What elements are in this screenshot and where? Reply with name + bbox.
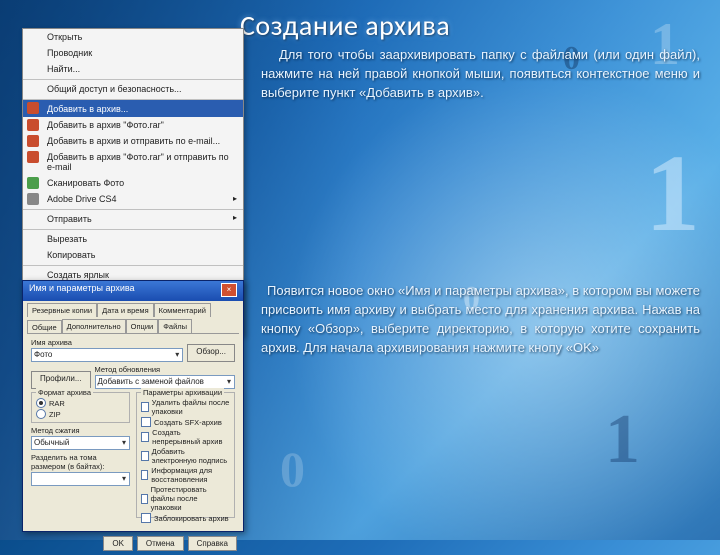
archive-name-input[interactable]: Фото — [31, 348, 183, 362]
checkbox-icon — [141, 432, 149, 442]
page-title: Создание архива — [240, 8, 450, 43]
checkbox-icon — [141, 402, 149, 412]
archive-icon — [27, 102, 39, 114]
tab-backup[interactable]: Резервные копии — [27, 303, 97, 317]
paragraph-1: Для того чтобы заархивировать папку с фа… — [261, 46, 700, 103]
adobe-icon — [27, 193, 39, 205]
split-size-select[interactable] — [31, 472, 130, 486]
param-auth[interactable]: Добавить электронную подпись — [141, 447, 230, 465]
bg-digit: 0 — [280, 440, 305, 498]
format-rar-radio[interactable]: RAR — [36, 398, 125, 408]
checkbox-icon — [141, 470, 148, 480]
ctx-open[interactable]: Открыть — [23, 29, 243, 45]
ctx-copy[interactable]: Копировать — [23, 247, 243, 263]
tab-datetime[interactable]: Дата и время — [97, 303, 154, 317]
compression-method-select[interactable]: Обычный — [31, 436, 130, 450]
ok-button[interactable]: OK — [103, 536, 133, 551]
tab-general[interactable]: Общие — [27, 320, 62, 334]
ctx-cut[interactable]: Вырезать — [23, 229, 243, 247]
param-solid[interactable]: Создать непрерывный архив — [141, 428, 230, 446]
archive-icon — [27, 135, 39, 147]
archive-icon — [27, 119, 39, 131]
scan-icon — [27, 177, 39, 189]
param-lock[interactable]: Заблокировать архив — [141, 513, 230, 523]
ctx-explorer[interactable]: Проводник — [23, 45, 243, 61]
checkbox-icon — [141, 513, 151, 523]
ctx-scan[interactable]: Сканировать Фото — [23, 175, 243, 191]
checkbox-icon — [141, 451, 149, 461]
dialog-title: Имя и параметры архива — [29, 283, 135, 299]
radio-icon — [36, 398, 46, 408]
radio-icon — [36, 409, 46, 419]
bg-digit: 1 — [645, 130, 700, 257]
params-group-label: Параметры архивации — [141, 388, 224, 397]
ctx-add-named[interactable]: Добавить в архив "Фото.rar" — [23, 117, 243, 133]
ctx-add-to-archive[interactable]: Добавить в архив... — [23, 99, 243, 117]
tab-options[interactable]: Опции — [126, 319, 159, 333]
dialog-titlebar: Имя и параметры архива × — [23, 281, 243, 301]
ctx-find[interactable]: Найти... — [23, 61, 243, 77]
ctx-adobe[interactable]: Adobe Drive CS4 — [23, 191, 243, 207]
format-group-label: Формат архива — [36, 388, 93, 397]
profiles-button[interactable]: Профили... — [31, 371, 91, 389]
archive-icon — [27, 151, 39, 163]
ctx-add-email[interactable]: Добавить в архив и отправить по e-mail..… — [23, 133, 243, 149]
close-button[interactable]: × — [221, 283, 237, 297]
help-button[interactable]: Справка — [188, 536, 237, 551]
ctx-send-to[interactable]: Отправить — [23, 209, 243, 227]
tab-files[interactable]: Файлы — [158, 319, 192, 333]
split-label: Разделить на тома размером (в байтах): — [31, 453, 130, 471]
browse-button[interactable]: Обзор... — [187, 344, 235, 362]
checkbox-icon — [141, 494, 148, 504]
param-sfx[interactable]: Создать SFX-архив — [141, 417, 230, 427]
format-zip-radio[interactable]: ZIP — [36, 409, 125, 419]
param-delete-after[interactable]: Удалить файлы после упаковки — [141, 398, 230, 416]
cancel-button[interactable]: Отмена — [137, 536, 184, 551]
ctx-add-named-email[interactable]: Добавить в архив "Фото.rar" и отправить … — [23, 149, 243, 175]
param-recovery[interactable]: Информация для восстановления — [141, 466, 230, 484]
checkbox-icon — [141, 417, 151, 427]
update-method-label: Метод обновления — [95, 365, 235, 374]
paragraph-2: Появится новое окно «Имя и параметры арх… — [261, 282, 700, 357]
archive-name-label: Имя архива — [31, 338, 183, 347]
method-label: Метод сжатия — [31, 426, 130, 435]
update-method-select[interactable]: Добавить с заменой файлов — [95, 375, 235, 389]
tab-advanced[interactable]: Дополнительно — [62, 319, 126, 333]
tab-comment[interactable]: Комментарий — [154, 303, 211, 317]
param-test[interactable]: Протестировать файлы после упаковки — [141, 485, 230, 512]
ctx-share[interactable]: Общий доступ и безопасность... — [23, 79, 243, 97]
archive-dialog: Имя и параметры архива × Резервные копии… — [22, 280, 244, 532]
bg-digit: 1 — [605, 400, 640, 480]
